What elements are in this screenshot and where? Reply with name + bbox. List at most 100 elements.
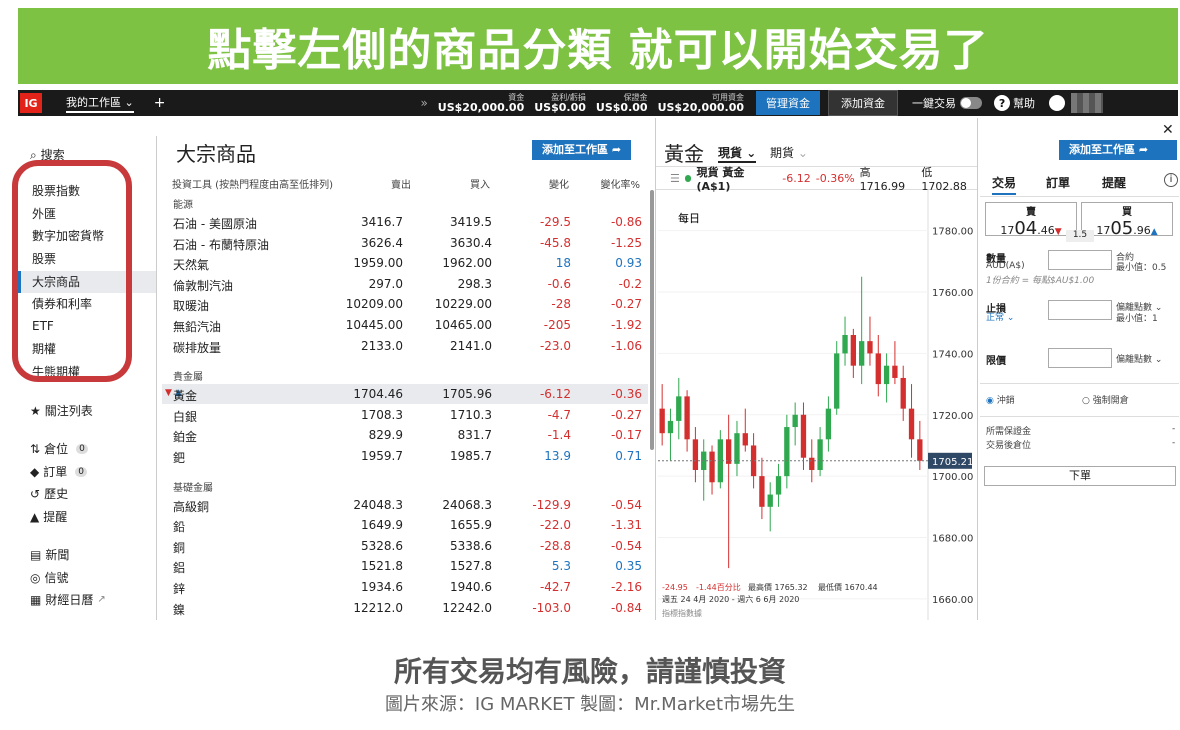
buy-price: 831.7 (457, 428, 492, 443)
y-tick-label: 1660.00 (932, 595, 973, 606)
sell-price-big: 04 (1014, 218, 1038, 239)
buy-price: 3419.5 (450, 215, 492, 229)
place-order-button[interactable]: 下單 (984, 466, 1176, 486)
table-row[interactable]: 鉛 1649.9 1655.9 -22.0 -1.31 (162, 515, 648, 535)
quantity-input[interactable] (1048, 250, 1112, 270)
footer-low: 最低價 1670.44 (818, 582, 878, 592)
candlestick-chart[interactable]: 每日 1780.00 1760.00 1740.00 1720.00 1700.00 16… (656, 190, 978, 620)
change-pct: -1.92 (610, 318, 642, 332)
history-link[interactable]: ↺ 歷史 (30, 485, 68, 502)
close-radio[interactable]: ◉ 沖銷 (986, 393, 1015, 406)
table-row[interactable]: 銅 5328.6 5338.6 -28.8 -0.54 (162, 536, 648, 556)
col-instrument[interactable]: 投資工具 (按熱門程度由高至低排列) (172, 176, 333, 191)
buy-price: 1985.7 (450, 449, 492, 463)
buy-price: 1962.00 (442, 256, 492, 271)
table-scrollbar[interactable] (650, 190, 654, 450)
margin-required-label: 所需保證金 (986, 427, 1032, 437)
footer-note: 指標指數據 (662, 608, 702, 618)
instrument-name: 石油 - 美國原油 (173, 217, 257, 231)
col-change[interactable]: 變化 (549, 176, 569, 191)
stop-input[interactable] (1048, 300, 1112, 320)
manage-funds-button[interactable]: 管理資金 (756, 91, 821, 115)
menu-icon[interactable]: ☰ (670, 172, 680, 185)
sell-price: 1959.7 (361, 449, 403, 463)
add-funds-button[interactable]: 添加資金 (828, 90, 899, 116)
candle-body (908, 408, 915, 440)
sell-price-button[interactable]: 賣 1704.46▼ (985, 202, 1077, 239)
close-icon[interactable]: ✕ (1162, 122, 1174, 138)
sell-price: 829.9 (368, 428, 403, 443)
period-label: 每日 (678, 211, 700, 225)
news-link[interactable]: ▤ 新聞 (30, 546, 69, 563)
buy-price-button[interactable]: 買 1705.96▲ (1081, 202, 1173, 239)
table-row[interactable]: 白銀 1708.3 1710.3 -4.7 -0.27 (162, 405, 648, 425)
calendar-link[interactable]: ▦ 財經日曆 ↗ (30, 591, 106, 608)
instruction-banner: 點擊左側的商品分類 就可以開始交易了 (18, 8, 1178, 84)
table-row[interactable]: 高級銅 24048.3 24068.3 -129.9 -0.54 (162, 495, 648, 515)
candle-body (684, 396, 690, 440)
table-row[interactable]: 碳排放量 2133.0 2141.0 -23.0 -1.06 (162, 336, 648, 356)
table-row[interactable]: 石油 - 美國原油 3416.7 3419.5 -29.5 -0.86 (162, 212, 648, 232)
instrument-name: 鉛 (173, 520, 186, 535)
col-change-pct[interactable]: 變化率% (600, 176, 640, 191)
change-value: -103.0 (532, 600, 571, 615)
table-row[interactable]: 石油 - 布蘭特原油 3626.4 3630.4 -45.8 -1.25 (162, 233, 648, 253)
table-row[interactable]: 倫敦制汽油 297.0 298.3 -0.6 -0.2 (162, 274, 648, 294)
table-row[interactable]: 取暖油 10209.00 10229.00 -28 -0.27 (162, 294, 648, 314)
signals-link[interactable]: ◎ 信號 (30, 569, 69, 586)
add-to-workspace-button[interactable]: 添加至工作區 ➦ (532, 140, 632, 160)
limit-input[interactable] (1048, 348, 1112, 368)
force-open-radio[interactable]: ○ 強制開倉 (1082, 393, 1129, 406)
col-sell[interactable]: 賣出 (391, 176, 411, 191)
change-value: -23.0 (539, 338, 571, 353)
alerts-link[interactable]: ▲ 提醒 (30, 508, 67, 525)
tab-trade[interactable]: 交易 (992, 174, 1017, 195)
user-icon[interactable] (1049, 95, 1066, 111)
table-row[interactable]: 天然氣 1959.00 1962.00 18 0.93 (162, 253, 648, 273)
candle-body (850, 335, 857, 366)
sell-price: 1649.9 (361, 518, 403, 533)
change-pct: -0.27 (610, 407, 642, 422)
chart-instrument-name: 現貨 黃金 (A$1) (696, 165, 745, 193)
table-row[interactable]: 無鉛汽油 10445.00 10465.00 -205 -1.92 (162, 315, 648, 335)
table-row[interactable]: 黃金 1704.46 ▼ 1705.96 ▲ -6.12 -0.36 (162, 384, 648, 405)
change-value: 5.3 (551, 559, 571, 574)
radio-empty-icon: ○ (1082, 396, 1090, 406)
margin-required-value: - (1172, 424, 1176, 434)
candle-body (875, 353, 881, 385)
table-row[interactable]: 鈀 1959.7 1985.7 13.9 0.71 (162, 446, 648, 466)
collapse-chevron-icon[interactable]: » (420, 96, 427, 110)
tab-spot[interactable]: 現貨 ⌄ (718, 144, 757, 163)
col-buy[interactable]: 買入 (470, 176, 490, 191)
stop-type-select[interactable]: 正常 ⌄ (986, 310, 1014, 323)
limit-points-select[interactable]: 偏離點數 ⌄ (1116, 352, 1162, 365)
one-click-toggle[interactable] (960, 97, 983, 109)
watchlist-link[interactable]: ★ 關注列表 (30, 402, 93, 419)
tab-order[interactable]: 訂單 (1046, 174, 1070, 191)
instrument-name: 倫敦制汽油 (173, 278, 234, 293)
group-label: 能源 (173, 200, 193, 211)
help-label[interactable]: 幫助 (1013, 95, 1035, 111)
table-row[interactable]: 鎳 12212.0 12242.0 -103.0 -0.84 (162, 598, 648, 618)
table-row[interactable]: 鋅 1934.6 1940.6 -42.7 -2.16 (162, 577, 648, 597)
help-icon[interactable]: ? (994, 95, 1011, 111)
workspace-tab[interactable]: 我的工作區 ⌄ (66, 94, 134, 113)
tab-futures[interactable]: 期貨 ⌄ (770, 144, 808, 161)
change-pct: -1.06 (610, 338, 642, 353)
position-after-label: 交易後倉位 (986, 441, 1032, 451)
orders-link[interactable]: ◆ 訂單 0 (30, 463, 87, 480)
sell-price: 10209.00 (345, 297, 403, 312)
tab-alert[interactable]: 提醒 (1102, 174, 1126, 191)
buy-price: 1655.9 (450, 518, 492, 533)
ig-logo[interactable]: IG (20, 93, 42, 113)
sell-price: 3626.4 (361, 235, 403, 250)
info-icon[interactable]: i (1164, 173, 1178, 187)
positions-link[interactable]: ⇅ 倉位 0 (30, 440, 88, 457)
add-workspace-button[interactable]: + (154, 95, 166, 111)
chart-change: -6.12 (782, 171, 811, 185)
chart-low: 低 1702.88 (921, 165, 967, 193)
commodities-table-panel: 大宗商品 添加至工作區 ➦ 投資工具 (按熱門程度由高至低排列) 賣出 買入 變… (162, 118, 654, 620)
table-row[interactable]: 鉑金 829.9 831.7 -1.4 -0.17 (162, 425, 648, 445)
buy-price: 10465.00 (434, 318, 492, 332)
table-row[interactable]: 鋁 1521.8 1527.8 5.3 0.35 (162, 556, 648, 576)
